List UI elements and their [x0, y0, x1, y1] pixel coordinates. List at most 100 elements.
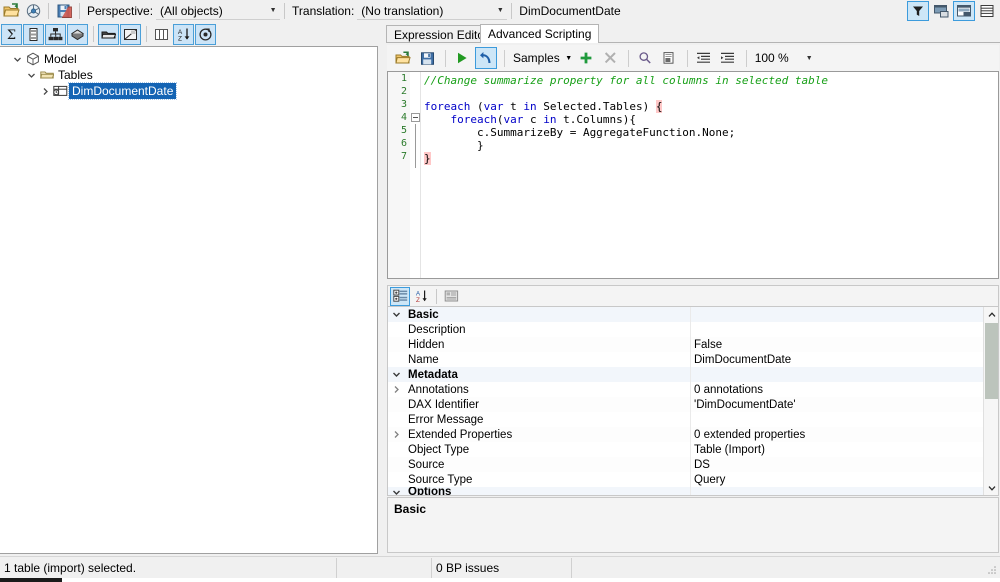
- perspective-icon[interactable]: [67, 23, 88, 45]
- deploy-model-icon[interactable]: [23, 1, 43, 21]
- property-row-source[interactable]: Source DS: [388, 457, 998, 472]
- fold-guide-line: [415, 124, 416, 150]
- property-row-annotations[interactable]: Annotations 0 annotations: [388, 382, 998, 397]
- property-row-description[interactable]: Description: [388, 322, 998, 337]
- code-folding-column[interactable]: [410, 72, 421, 278]
- chevron-down-icon[interactable]: [388, 367, 405, 382]
- fold-toggle-icon[interactable]: [410, 111, 420, 124]
- column-icon[interactable]: [23, 23, 44, 45]
- tabular-editor-window: Perspective: (All objects) ▼ Translation…: [0, 0, 1000, 582]
- open-folder-icon[interactable]: [1, 1, 21, 21]
- chevron-down-icon[interactable]: [388, 307, 405, 322]
- code-text[interactable]: //Change summarize property for all colu…: [424, 74, 996, 165]
- panel-left-icon[interactable]: [930, 1, 952, 21]
- property-row-hidden[interactable]: Hidden False: [388, 337, 998, 352]
- line-number: 3: [400, 99, 407, 110]
- refresh-icon[interactable]: [195, 23, 216, 45]
- property-row-extended-properties[interactable]: Extended Properties 0 extended propertie…: [388, 427, 998, 442]
- tab-advanced-scripting[interactable]: Advanced Scripting: [480, 24, 600, 43]
- property-row-dax-identifier[interactable]: DAX Identifier 'DimDocumentDate': [388, 397, 998, 412]
- status-selection-text: 1 table (import) selected.: [0, 557, 337, 578]
- line-number: 2: [400, 86, 407, 97]
- panel-bottom-icon[interactable]: [953, 1, 975, 21]
- scroll-up-icon[interactable]: [984, 307, 998, 322]
- property-value[interactable]: False: [690, 339, 722, 351]
- scrollbar-thumb[interactable]: [985, 323, 998, 399]
- chevron-down-icon[interactable]: [388, 487, 405, 495]
- property-row-name[interactable]: Name DimDocumentDate: [388, 352, 998, 367]
- property-value[interactable]: DS: [690, 459, 710, 471]
- alphabetical-sort-icon[interactable]: A Z: [411, 287, 431, 306]
- property-row-object-type[interactable]: Object Type Table (Import): [388, 442, 998, 457]
- property-value[interactable]: Table (Import): [690, 444, 765, 456]
- svg-text:Σ: Σ: [7, 28, 16, 42]
- code-line: //Change summarize property for all colu…: [424, 74, 996, 87]
- tree-node-model[interactable]: Model: [0, 51, 377, 67]
- resize-grip-icon[interactable]: [987, 564, 997, 574]
- line-number-gutter: 1 2 3 4 5 6 7: [388, 72, 410, 278]
- tree-node-tables-label: Tables: [58, 68, 93, 82]
- zoom-level-value[interactable]: 100 %: [752, 51, 792, 65]
- table-icon: [52, 83, 69, 99]
- status-bp-issues[interactable]: 0 BP issues: [432, 557, 572, 578]
- property-grid-scrollbar[interactable]: [983, 307, 998, 495]
- property-row-source-type[interactable]: Source Type Query: [388, 472, 998, 487]
- hierarchy-icon[interactable]: [45, 23, 66, 45]
- property-value[interactable]: 0 annotations: [690, 384, 763, 396]
- property-value[interactable]: DimDocumentDate: [690, 354, 791, 366]
- chevron-down-icon[interactable]: ▼: [792, 55, 821, 62]
- property-category-metadata[interactable]: Metadata: [388, 367, 998, 382]
- property-category-options[interactable]: Options: [388, 487, 998, 495]
- indent-icon[interactable]: [717, 47, 739, 69]
- chevron-right-icon[interactable]: [388, 382, 405, 397]
- translation-combobox[interactable]: (No translation) ▼: [357, 2, 508, 20]
- chevron-down-icon[interactable]: [24, 68, 38, 82]
- tree-node-dimdocumentdate[interactable]: DimDocumentDate: [0, 82, 377, 100]
- perspective-combobox[interactable]: (All objects) ▼: [156, 2, 281, 20]
- property-row-error-message[interactable]: Error Message: [388, 412, 998, 427]
- code-token: //Change summarize property for all colu…: [424, 74, 828, 87]
- chevron-down-icon[interactable]: [10, 52, 24, 66]
- horizontal-splitter[interactable]: [386, 280, 1000, 284]
- categorized-view-icon[interactable]: [390, 286, 410, 306]
- measure-icon[interactable]: Σ: [1, 23, 22, 45]
- chevron-down-icon[interactable]: ▼: [563, 48, 575, 68]
- property-value[interactable]: Query: [690, 474, 725, 486]
- table-icon[interactable]: [98, 23, 119, 45]
- property-category-basic[interactable]: Basic: [388, 307, 998, 322]
- code-line: foreach(var c in t.Columns){: [450, 113, 636, 126]
- property-label: Source Type: [408, 473, 473, 486]
- tree-node-tables[interactable]: Tables: [0, 67, 377, 83]
- columns-view-icon[interactable]: [151, 24, 172, 45]
- undo-icon[interactable]: [475, 47, 497, 69]
- model-icon: [24, 51, 41, 67]
- find-icon[interactable]: [634, 47, 656, 69]
- sort-az-icon[interactable]: A Z: [173, 23, 194, 45]
- open-script-icon[interactable]: [392, 47, 414, 69]
- chevron-right-icon[interactable]: [38, 84, 52, 98]
- property-grid[interactable]: Basic Description Hidden False Name DimD…: [387, 306, 999, 496]
- chevron-down-icon: ▼: [269, 7, 277, 14]
- object-toolbar: Σ A Z: [0, 22, 378, 46]
- object-tree-panel[interactable]: Model Tables DimDocumentDate: [0, 46, 378, 554]
- save-model-icon[interactable]: [54, 1, 74, 21]
- property-value[interactable]: 'DimDocumentDate': [690, 399, 796, 411]
- property-label: Source: [408, 458, 445, 471]
- remove-sample-icon[interactable]: [599, 47, 621, 69]
- grid-view-icon[interactable]: [976, 1, 998, 21]
- property-pages-icon[interactable]: [441, 287, 461, 306]
- outdent-icon[interactable]: [693, 47, 715, 69]
- add-sample-icon[interactable]: [575, 47, 597, 69]
- script-code-editor[interactable]: 1 2 3 4 5 6 7 //Change summarize propert…: [387, 71, 999, 279]
- calc-table-icon[interactable]: [120, 23, 141, 45]
- chevron-right-icon[interactable]: [388, 427, 405, 442]
- replace-icon[interactable]: [658, 47, 680, 69]
- scroll-down-icon[interactable]: [984, 480, 998, 495]
- run-script-icon[interactable]: [451, 47, 473, 69]
- vertical-splitter[interactable]: [378, 22, 385, 554]
- filter-icon[interactable]: [907, 1, 929, 21]
- samples-label[interactable]: Samples: [510, 51, 563, 65]
- property-value[interactable]: 0 extended properties: [690, 429, 805, 441]
- save-script-icon[interactable]: [416, 47, 438, 69]
